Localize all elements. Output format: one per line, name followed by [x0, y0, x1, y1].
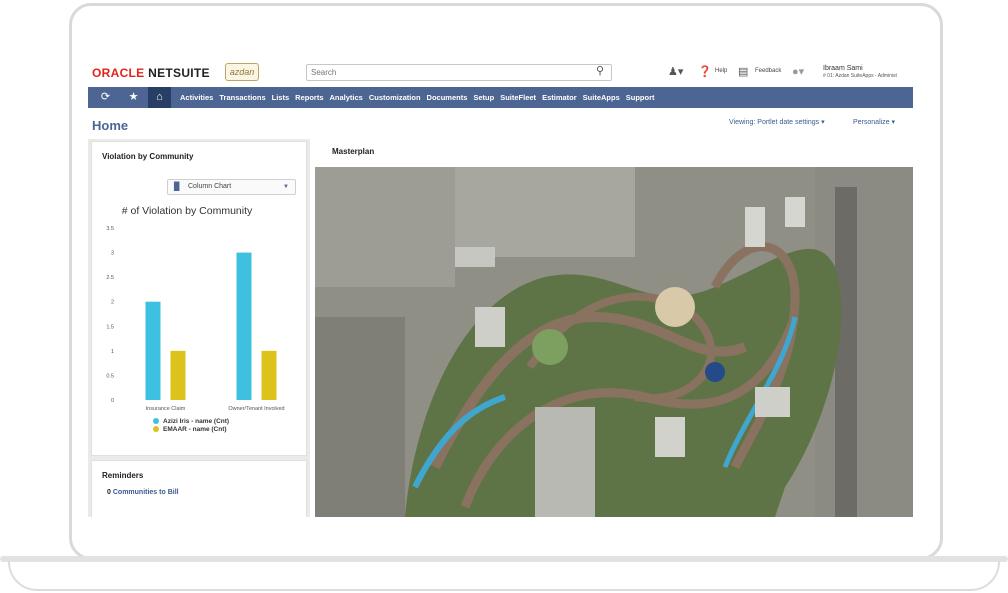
y-tick-label: 0.5	[106, 373, 114, 379]
help-icon[interactable]: ❓	[698, 65, 712, 78]
recent-records-icon[interactable]: ♟▾	[668, 65, 683, 78]
chart-bar[interactable]	[261, 350, 277, 400]
nav-item-documents[interactable]: Documents	[427, 93, 468, 102]
recent-icon[interactable]: ⟳	[94, 87, 117, 108]
y-tick-label: 0	[111, 398, 114, 404]
portlet-title: Violation by Community	[102, 152, 194, 161]
feedback-icon[interactable]: ▤	[738, 65, 748, 78]
search-icon[interactable]: ⚲	[596, 64, 604, 77]
viewing-dropdown[interactable]: Viewing: Portlet date settings ▾	[729, 118, 825, 126]
user-role[interactable]: # 01: Azdan SuiteApps - Administ	[823, 73, 897, 79]
chevron-down-icon: ▼	[283, 184, 289, 190]
chevron-down-icon: ▾	[891, 119, 896, 126]
nav-item-transactions[interactable]: Transactions	[219, 93, 265, 102]
avatar[interactable]: ●▾	[792, 65, 804, 78]
nav-item-reports[interactable]: Reports	[295, 93, 323, 102]
viewing-label: Viewing: Portlet date settings	[729, 119, 820, 126]
company-logo[interactable]: azdan	[225, 63, 259, 81]
chart-type-value: Column Chart	[188, 183, 232, 190]
legend-swatch[interactable]	[153, 426, 159, 432]
masterplan-portlet: Masterplan	[315, 139, 913, 517]
help-link[interactable]: Help	[715, 68, 727, 74]
nav-item-lists[interactable]: Lists	[272, 93, 290, 102]
chart-bar[interactable]	[170, 350, 186, 400]
nav-item-setup[interactable]: Setup	[473, 93, 494, 102]
chart-bar[interactable]	[236, 252, 252, 400]
nav-menu: Activities Transactions Lists Reports An…	[180, 87, 655, 108]
portlet-title: Masterplan	[332, 147, 375, 156]
y-tick-label: 3	[111, 251, 114, 257]
top-header: ORACLE NETSUITE azdan ⚲ ♟▾ ❓ Help ▤ Feed…	[88, 57, 913, 87]
page-title: Home	[92, 118, 129, 133]
y-tick-label: 2	[111, 300, 114, 306]
main-nav: ⟳ ★ ⌂ Activities Transactions Lists Repo…	[88, 87, 913, 108]
home-icon[interactable]: ⌂	[148, 87, 171, 108]
legend-label[interactable]: Azizi Iris - name (Cnt)	[163, 418, 229, 425]
nav-item-analytics[interactable]: Analytics	[330, 93, 363, 102]
legend-label[interactable]: EMAAR - name (Cnt)	[163, 426, 227, 433]
personalize-label: Personalize	[853, 119, 890, 126]
reminder-count: 0	[107, 489, 111, 496]
violation-chart: # of Violation by Community 0 0.5 1 1.5 2 2.5…	[106, 205, 284, 433]
chevron-down-icon: ▾	[821, 119, 825, 126]
user-name[interactable]: Ibraam Sami	[823, 65, 863, 72]
nav-item-suiteapps[interactable]: SuiteApps	[583, 93, 620, 102]
reminder-link[interactable]: Communities to Bill	[113, 489, 179, 496]
nav-item-suitefleet[interactable]: SuiteFleet	[500, 93, 536, 102]
chart-type-select[interactable]: ▉ Column Chart ▼	[167, 179, 296, 195]
portlet-title: Reminders	[102, 471, 144, 480]
y-tick-label: 3.5	[106, 226, 114, 232]
legend-swatch[interactable]	[153, 418, 159, 424]
nav-item-customization[interactable]: Customization	[369, 93, 421, 102]
y-tick-label: 1	[111, 349, 114, 355]
netsuite-screen: ORACLE NETSUITE azdan ⚲ ♟▾ ❓ Help ▤ Feed…	[88, 57, 913, 517]
y-tick-label: 1.5	[106, 324, 114, 330]
column-chart-icon: ▉	[174, 182, 181, 191]
feedback-link[interactable]: Feedback	[755, 68, 781, 74]
reminders-portlet: Reminders 0 Communities to Bill	[91, 460, 307, 517]
laptop-base	[0, 556, 1008, 593]
x-tick-label: Owner/Tenant Involved	[228, 406, 284, 412]
favorites-star-icon[interactable]: ★	[122, 87, 145, 108]
nav-item-activities[interactable]: Activities	[180, 93, 213, 102]
chart-bar[interactable]	[145, 301, 161, 400]
y-tick-label: 2.5	[106, 275, 114, 281]
chart-title: # of Violation by Community	[122, 205, 253, 217]
nav-item-estimator[interactable]: Estimator	[542, 93, 577, 102]
violation-portlet: Violation by Community ▉ Column Chart ▼ …	[91, 141, 307, 456]
masterplan-illustration	[315, 167, 913, 517]
personalize-dropdown[interactable]: Personalize ▾	[853, 118, 895, 126]
search-input[interactable]	[306, 64, 612, 81]
nav-item-support[interactable]: Support	[626, 93, 655, 102]
x-tick-label: Insurance Claim	[146, 406, 186, 412]
oracle-netsuite-logo[interactable]: ORACLE NETSUITE	[92, 66, 210, 80]
masterplan-map-image[interactable]	[315, 167, 913, 517]
left-column: Violation by Community ▉ Column Chart ▼ …	[88, 139, 310, 517]
reminder-item[interactable]: 0 Communities to Bill	[107, 489, 179, 496]
